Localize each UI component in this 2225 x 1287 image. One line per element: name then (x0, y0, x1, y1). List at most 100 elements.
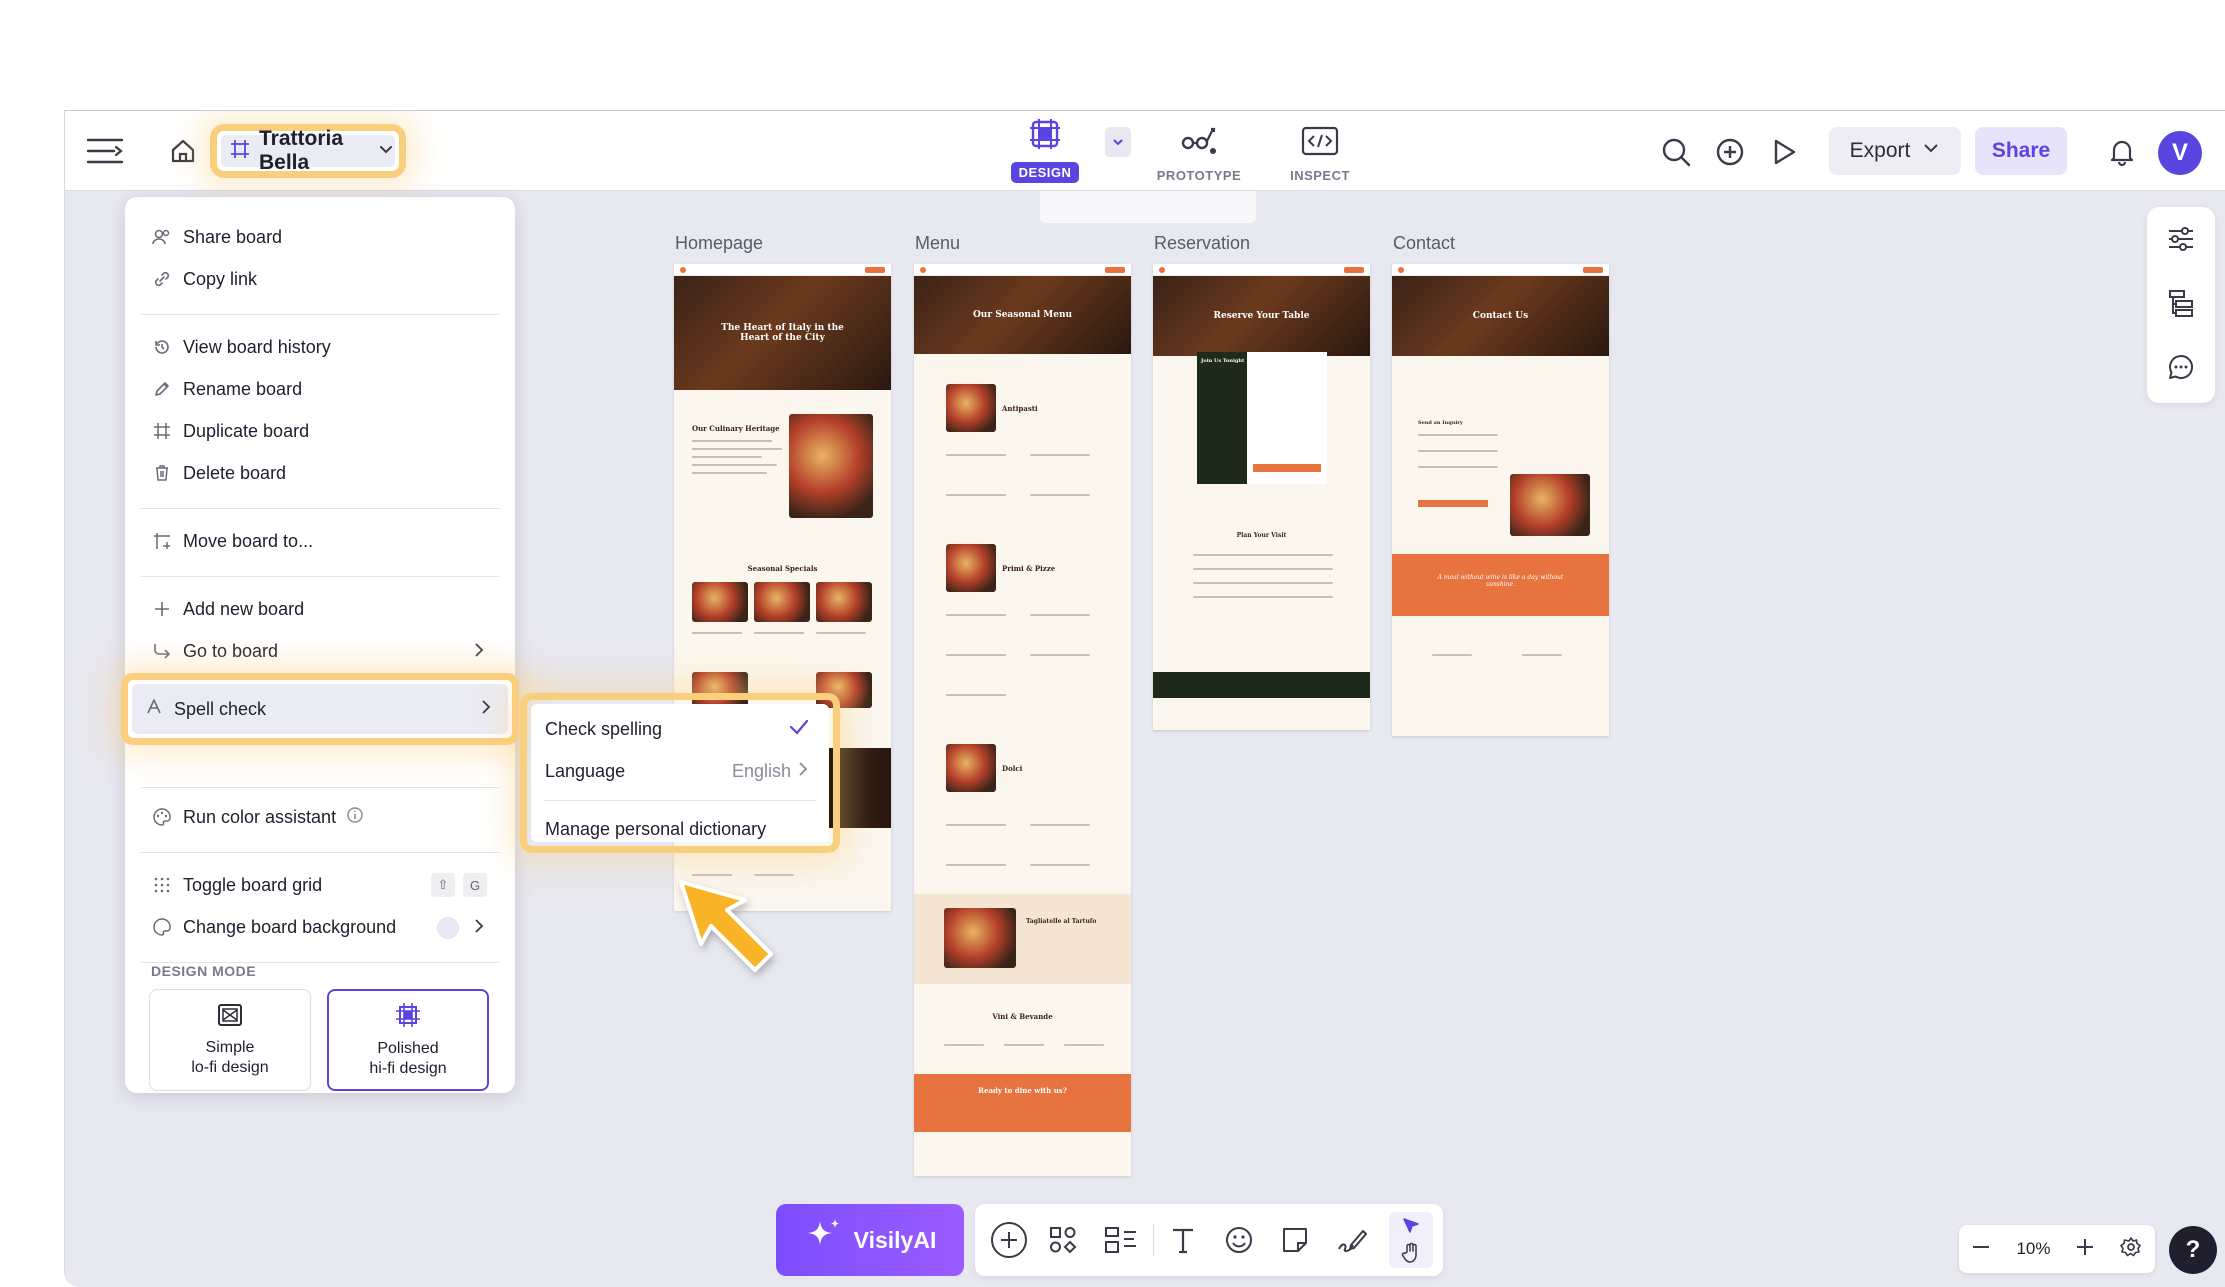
add-circle-icon[interactable] (1713, 135, 1747, 169)
text-tool-icon[interactable] (1165, 1222, 1201, 1258)
tab-design-label: DESIGN (1010, 162, 1080, 183)
design-mode-simple-line2: lo-fi design (191, 1058, 269, 1076)
tab-prototype[interactable]: PROTOTYPE (1144, 119, 1254, 183)
frame-label-menu: Menu (915, 233, 961, 253)
submenu-manage-dictionary[interactable]: Manage personal dictionary (539, 810, 821, 848)
menu-copy-link-label: Copy link (183, 268, 258, 289)
menu-color-assistant-label: Run color assistant (183, 806, 337, 827)
pen-draw-icon[interactable] (1333, 1222, 1369, 1258)
wireframe-icon[interactable] (1101, 1222, 1141, 1258)
board-name-label: Trattoria Bella (259, 127, 344, 174)
tutorial-arrow-icon (675, 876, 785, 991)
board-menu: Share board Copy link View board history… (125, 197, 515, 1093)
shortcut-g-key: G (463, 873, 487, 897)
frame-contact[interactable]: Contact Us Send an Inquiry A meal withou… (1392, 264, 1609, 736)
reservation-section-plan: Plan Your Visit (1236, 532, 1287, 539)
lofi-wireframe-icon (217, 1003, 243, 1032)
add-element-icon[interactable] (991, 1222, 1027, 1258)
zoom-settings-icon[interactable] (2120, 1236, 2142, 1263)
pencil-icon (151, 378, 173, 400)
app-window: Trattoria Bella DESIGN PROTOTYPE INSPECT… (64, 110, 2225, 1287)
zoom-value[interactable]: 10% (2016, 1239, 2050, 1259)
homepage-section-heritage: Our Culinary Heritage (692, 424, 780, 433)
board-name-button[interactable]: Trattoria Bella (210, 124, 406, 178)
play-icon[interactable] (1767, 135, 1801, 169)
menu-view-history[interactable]: View board history (141, 327, 499, 367)
help-button[interactable]: ? (2169, 1226, 2217, 1274)
menu-add-new[interactable]: Add new board (141, 589, 499, 629)
home-icon[interactable] (165, 135, 201, 167)
paint-icon (151, 916, 173, 938)
menu-duplicate[interactable]: Duplicate board (141, 411, 499, 451)
submenu-language[interactable]: Language English (539, 752, 821, 790)
spell-check-icon (144, 697, 164, 722)
info-icon[interactable] (346, 806, 364, 829)
emoji-icon[interactable] (1221, 1222, 1257, 1258)
menu-view-history-label: View board history (183, 336, 331, 357)
menu-copy-link[interactable]: Copy link (141, 259, 499, 299)
sliders-icon[interactable] (2165, 223, 2197, 255)
visily-ai-label: VisilyAI (853, 1226, 937, 1253)
components-icon[interactable] (1045, 1222, 1081, 1258)
hand-pan-icon[interactable] (1397, 1240, 1425, 1266)
tab-inspect-label: INSPECT (1290, 168, 1350, 183)
menu-go-to-label: Go to board (183, 640, 279, 661)
contact-quote: A meal without wine is like a day withou… (1437, 574, 1564, 588)
checkmark-icon (789, 719, 809, 740)
sparkle-icon (804, 1217, 844, 1263)
frame-reservation[interactable]: Reserve Your Table Join Us Tonight Plan … (1153, 264, 1370, 730)
menu-add-new-label: Add new board (183, 598, 305, 619)
tab-inspect[interactable]: INSPECT (1265, 119, 1375, 183)
design-mode-polished[interactable]: Polished hi-fi design (327, 989, 489, 1091)
contact-section-inquiry: Send an Inquiry (1418, 420, 1463, 426)
zoom-out-icon[interactable] (1971, 1237, 1991, 1262)
toolbar-handle (1040, 191, 1256, 223)
cursor-select-icon[interactable] (1397, 1214, 1425, 1238)
chevron-right-icon (478, 698, 494, 721)
visily-ai-button[interactable]: VisilyAI (776, 1204, 964, 1276)
comment-icon[interactable] (2165, 351, 2197, 383)
frame-label-homepage: Homepage (675, 233, 764, 253)
background-swatch (437, 917, 459, 939)
menu-toggle-grid-label: Toggle board grid (183, 874, 323, 895)
layers-icon[interactable] (2165, 287, 2197, 319)
zoom-in-icon[interactable] (2075, 1237, 2095, 1262)
palette-icon (151, 806, 173, 828)
design-mode-simple[interactable]: Simple lo-fi design (149, 989, 311, 1091)
submenu-check-spelling[interactable]: Check spelling (539, 710, 821, 748)
frame-menu[interactable]: Our Seasonal Menu Antipasti Primi & Pizz… (914, 264, 1131, 1176)
tab-design[interactable]: DESIGN (990, 119, 1100, 183)
export-button[interactable]: Export (1829, 127, 1961, 175)
menu-icon[interactable] (85, 133, 125, 169)
menu-share-board[interactable]: Share board (141, 217, 499, 257)
design-dropdown-chevron-icon[interactable] (1105, 127, 1131, 157)
menu-move[interactable]: Move board to... (141, 521, 499, 561)
menu-spell-check[interactable]: Spell check (121, 673, 519, 745)
menu-section-vini: Vini & Bevande (992, 1012, 1053, 1021)
bell-icon[interactable] (2107, 137, 2137, 167)
menu-section-dolci: Dolci (1002, 764, 1023, 773)
menu-delete[interactable]: Delete board (141, 453, 499, 493)
trash-icon (151, 462, 173, 484)
menu-change-background[interactable]: Change board background (141, 907, 499, 947)
prototype-icon (1180, 123, 1218, 162)
check-spelling-label: Check spelling (545, 718, 663, 739)
export-label: Export (1849, 139, 1911, 162)
move-frame-icon (151, 530, 173, 552)
menu-go-to[interactable]: Go to board (141, 631, 499, 671)
shortcut-keys: ⇧ G (431, 873, 487, 897)
menu-color-assistant[interactable]: Run color assistant (141, 797, 499, 837)
menu-rename[interactable]: Rename board (141, 369, 499, 409)
search-icon[interactable] (1659, 135, 1693, 169)
avatar[interactable]: V (2158, 131, 2202, 175)
sticky-note-icon[interactable] (1277, 1222, 1313, 1258)
menu-spell-check-label: Spell check (174, 698, 267, 719)
frame-label-reservation: Reservation (1154, 233, 1251, 253)
menu-duplicate-label: Duplicate board (183, 420, 310, 441)
share-button[interactable]: Share (1975, 127, 2067, 175)
chevron-right-icon (471, 641, 487, 664)
menu-toggle-grid[interactable]: Toggle board grid ⇧ G (141, 865, 499, 905)
menu-section-tagliatelle: Tagliatelle al Tartufo (1026, 918, 1097, 925)
language-label: Language (545, 760, 626, 781)
reservation-section-join: Join Us Tonight (1201, 358, 1245, 364)
